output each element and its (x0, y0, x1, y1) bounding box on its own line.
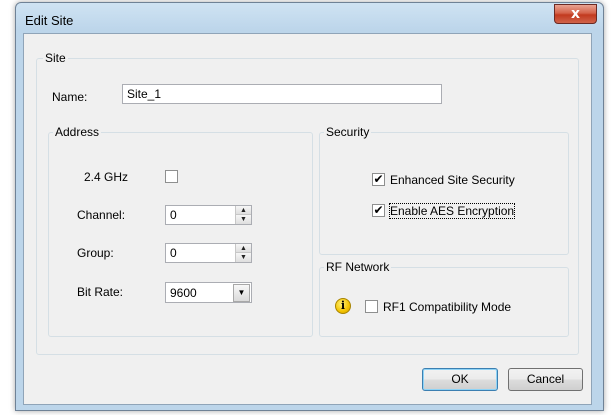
cancel-button[interactable]: Cancel (508, 368, 583, 391)
ghz-checkbox[interactable] (165, 170, 178, 183)
edit-site-dialog: Edit Site x Site Name: Site_1 Address 2.… (15, 2, 604, 411)
group-spinner[interactable]: 0 ▲ ▼ (165, 243, 252, 263)
site-group: Site Name: Site_1 Address 2.4 GHz Channe… (36, 51, 579, 355)
enhanced-security-label[interactable]: Enhanced Site Security (390, 173, 515, 187)
dialog-title: Edit Site (25, 13, 74, 28)
ghz-label: 2.4 GHz (84, 170, 129, 184)
name-label: Name: (52, 90, 88, 104)
aes-encryption-checkbox[interactable]: ✔ (372, 203, 385, 217)
channel-down-arrow-icon[interactable]: ▼ (236, 215, 251, 224)
bitrate-value: 9600 (170, 286, 197, 300)
title-bar[interactable]: Edit Site x (16, 3, 603, 33)
channel-label: Channel: (77, 208, 126, 222)
chevron-down-icon[interactable]: ▼ (233, 284, 250, 302)
aes-encryption-check-mark: ✔ (373, 203, 384, 217)
rf-network-group: RF Network i RF1 Compatibility Mode (319, 260, 569, 337)
enhanced-security-checkbox[interactable]: ✔ (372, 172, 385, 186)
channel-spin-buttons: ▲ ▼ (235, 206, 251, 224)
address-group-legend: Address (53, 125, 102, 140)
name-input[interactable]: Site_1 (122, 84, 442, 104)
address-group: Address 2.4 GHz Channel: 0 ▲ ▼ Group: 0 (48, 125, 313, 337)
channel-value: 0 (170, 208, 177, 222)
close-button[interactable]: x (554, 4, 597, 24)
channel-spinner[interactable]: 0 ▲ ▼ (165, 205, 252, 225)
group-up-arrow-icon[interactable]: ▲ (236, 244, 251, 253)
group-spin-buttons: ▲ ▼ (235, 244, 251, 262)
channel-up-arrow-icon[interactable]: ▲ (236, 206, 251, 215)
rf-network-group-legend: RF Network (324, 260, 392, 275)
group-value: 0 (170, 246, 177, 260)
security-group: Security ✔ Enhanced Site Security ✔ Enab… (319, 125, 569, 255)
aes-encryption-label[interactable]: Enable AES Encryption (388, 203, 516, 219)
bitrate-dropdown[interactable]: 9600 ▼ (165, 282, 252, 303)
info-icon: i (335, 298, 351, 314)
bitrate-label: Bit Rate: (77, 285, 124, 299)
security-group-legend: Security (324, 125, 372, 140)
close-icon: x (570, 6, 581, 22)
enhanced-security-check-mark: ✔ (373, 172, 384, 186)
group-down-arrow-icon[interactable]: ▼ (236, 253, 251, 262)
ok-button[interactable]: OK (422, 368, 498, 391)
site-group-legend: Site (43, 51, 68, 66)
group-label: Group: (77, 246, 114, 260)
dialog-client-area: Site Name: Site_1 Address 2.4 GHz Channe… (23, 33, 592, 405)
rf1-compatibility-label[interactable]: RF1 Compatibility Mode (383, 300, 511, 314)
rf1-compatibility-checkbox[interactable] (365, 300, 378, 313)
